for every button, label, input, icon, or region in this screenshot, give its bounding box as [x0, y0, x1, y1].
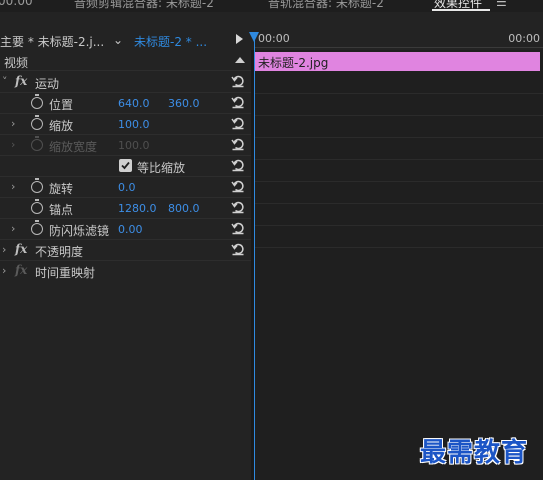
position-row: 位置 640.0 360.0 — [0, 93, 251, 114]
position-x-value[interactable]: 640.0 — [118, 97, 150, 110]
scale-width-label: 缩放宽度 — [49, 140, 98, 154]
timeline-row-line — [254, 115, 543, 116]
stopwatch-icon[interactable] — [31, 199, 43, 214]
reset-icon[interactable] — [231, 221, 245, 235]
fx-icon: fx — [15, 263, 28, 277]
opacity-effect-row[interactable]: › fx 不透明度 — [0, 240, 251, 261]
twirl-closed-icon[interactable]: › — [2, 243, 6, 256]
reset-icon[interactable] — [231, 137, 245, 151]
rotation-label: 旋转 — [49, 182, 74, 196]
master-clip-label[interactable]: 主要 * 未标题-2.j... — [0, 33, 104, 50]
uniform-scale-label: 等比缩放 — [137, 161, 186, 175]
watermark-text: 最需教育 — [420, 438, 529, 468]
twirl-closed-icon[interactable]: › — [11, 117, 15, 130]
timeline-row-line — [254, 203, 543, 204]
sequence-clip-label[interactable]: 未标题-2 * ... — [134, 33, 207, 50]
reset-icon[interactable] — [231, 179, 245, 193]
motion-label: 运动 — [35, 77, 60, 91]
ruler-end-time: 00:00 — [508, 32, 540, 45]
fx-icon[interactable]: fx — [15, 242, 27, 256]
effect-properties: ˅ fx 运动 位置 640.0 360.0 › 缩放 100.0 › 缩放宽度… — [0, 72, 251, 282]
stopwatch-icon — [31, 136, 43, 151]
ruler-start-time: 00:00 — [258, 32, 290, 45]
opacity-label: 不透明度 — [35, 245, 84, 259]
timeline-row-line — [254, 247, 543, 248]
twirl-open-icon[interactable]: ˅ — [2, 75, 8, 88]
anti-flicker-label: 防闪烁滤镜 — [49, 224, 110, 238]
tab-audio-track-mixer[interactable]: 音轨混合器: 未标题-2 — [268, 0, 384, 11]
tab-audio-clip-mixer[interactable]: 音频剪辑混合器: 未标题-2 — [74, 0, 214, 11]
active-tab-underline — [432, 9, 490, 11]
anti-flicker-value[interactable]: 0.00 — [118, 223, 143, 236]
position-y-value[interactable]: 360.0 — [168, 97, 200, 110]
reset-icon[interactable] — [231, 74, 245, 88]
timeline-row-line — [254, 225, 543, 226]
scale-width-value: 100.0 — [118, 139, 150, 152]
anchor-y-value[interactable]: 800.0 — [168, 202, 200, 215]
stopwatch-icon[interactable] — [31, 220, 43, 235]
anchor-point-row: 锚点 1280.0 800.0 — [0, 198, 251, 219]
timeline-ruler[interactable]: 00:00 00:00 — [254, 30, 543, 50]
clip-header: 主要 * 未标题-2.j... ⌄ 未标题-2 * ... — [0, 30, 254, 50]
timeline-clip[interactable]: 未标题-2.jpg — [254, 52, 540, 71]
tab-timecode[interactable]: 00:00 — [0, 0, 33, 8]
chevron-down-icon[interactable]: ⌄ — [113, 33, 123, 47]
timeline-row-line — [254, 137, 543, 138]
uniform-scale-checkbox[interactable] — [119, 159, 132, 172]
scale-label: 缩放 — [49, 119, 74, 133]
section-label: 视频 — [4, 56, 29, 70]
video-section-header[interactable]: 视频 — [0, 52, 251, 71]
reset-icon[interactable] — [231, 116, 245, 130]
twirl-closed-icon[interactable]: › — [11, 180, 15, 193]
motion-effect-row[interactable]: ˅ fx 运动 — [0, 72, 251, 93]
twirl-closed-icon[interactable]: › — [11, 222, 15, 235]
anti-flicker-row: › 防闪烁滤镜 0.00 — [0, 219, 251, 240]
anchor-label: 锚点 — [49, 203, 74, 217]
timeline-row-line — [254, 159, 543, 160]
fx-icon[interactable]: fx — [15, 74, 27, 88]
scale-width-row: › 缩放宽度 100.0 — [0, 135, 251, 156]
timeline-row-line — [254, 181, 543, 182]
stopwatch-icon[interactable] — [31, 178, 43, 193]
stopwatch-icon[interactable] — [31, 115, 43, 130]
twirl-closed-icon[interactable]: › — [2, 264, 6, 277]
rotation-value[interactable]: 0.0 — [118, 181, 136, 194]
scale-value[interactable]: 100.0 — [118, 118, 150, 131]
anchor-x-value[interactable]: 1280.0 — [118, 202, 157, 215]
play-triangle-icon[interactable] — [236, 34, 243, 44]
collapse-up-icon[interactable] — [235, 57, 245, 63]
ruler-baseline — [254, 47, 543, 48]
position-label: 位置 — [49, 98, 74, 112]
panel-menu-icon[interactable]: ☰ — [496, 0, 507, 9]
time-remap-label: 时间重映射 — [35, 266, 96, 280]
twirl-closed-icon: › — [11, 138, 16, 151]
reset-icon[interactable] — [231, 242, 245, 256]
panel-tab-bar: 00:00 音频剪辑混合器: 未标题-2 音轨混合器: 未标题-2 效果控件 ☰ — [0, 0, 543, 12]
timeline-row-line — [254, 93, 543, 94]
playhead-line[interactable] — [254, 38, 255, 480]
reset-icon[interactable] — [231, 200, 245, 214]
time-remap-effect-row[interactable]: › fx 时间重映射 — [0, 261, 251, 282]
rotation-row: › 旋转 0.0 — [0, 177, 251, 198]
reset-icon[interactable] — [231, 95, 245, 109]
effect-timeline[interactable]: 未标题-2.jpg — [254, 50, 543, 480]
scale-row: › 缩放 100.0 — [0, 114, 251, 135]
reset-icon[interactable] — [231, 158, 245, 172]
stopwatch-icon[interactable] — [31, 94, 43, 109]
uniform-scale-row: 等比缩放 — [0, 156, 251, 177]
